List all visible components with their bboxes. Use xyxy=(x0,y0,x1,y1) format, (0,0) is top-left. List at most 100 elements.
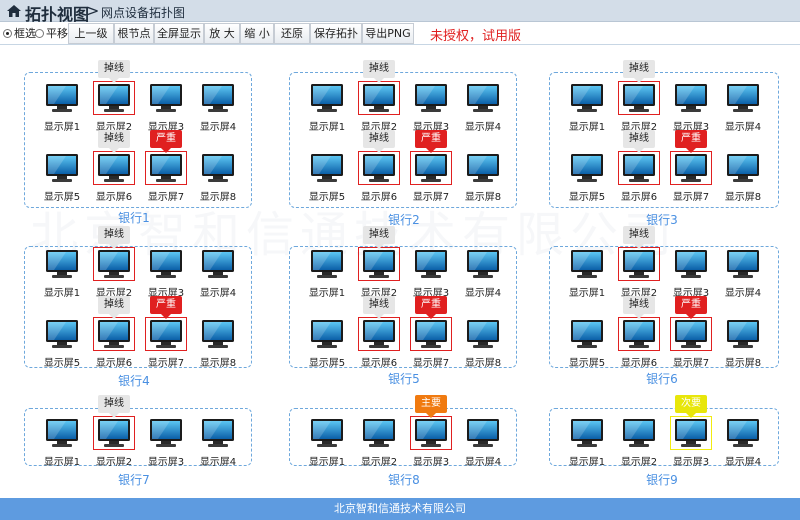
device-5[interactable] xyxy=(307,152,347,184)
monitor-icon xyxy=(467,250,499,278)
device-1[interactable] xyxy=(567,417,607,449)
device-3[interactable] xyxy=(411,248,451,280)
device-label: 显示屏1 xyxy=(308,457,346,468)
device-7[interactable] xyxy=(410,317,452,351)
device-3[interactable] xyxy=(670,416,712,450)
device-3[interactable] xyxy=(146,248,186,280)
device-2[interactable] xyxy=(618,247,660,281)
monitor-icon xyxy=(415,154,447,182)
mode-pan-radio[interactable]: 平移 xyxy=(35,25,68,41)
root-node-button[interactable]: 根节点 xyxy=(114,23,154,44)
device-8[interactable] xyxy=(198,318,238,350)
breadcrumb[interactable]: 网点设备拓扑图 xyxy=(101,4,185,21)
monitor-icon xyxy=(571,419,603,447)
monitor-icon xyxy=(727,320,759,348)
device-2[interactable] xyxy=(619,417,659,449)
device-1[interactable] xyxy=(42,82,82,114)
device-6[interactable] xyxy=(358,317,400,351)
device-4[interactable] xyxy=(463,248,503,280)
device-2[interactable] xyxy=(618,81,660,115)
monitor-icon xyxy=(46,84,78,112)
toolbar: 框选 平移 上一级 根节点 全屏显示 放 大 缩 小 还原 保存拓扑 导出PNG… xyxy=(0,22,800,45)
device-3[interactable] xyxy=(671,82,711,114)
export-png-button[interactable]: 导出PNG xyxy=(362,23,414,44)
device-label: 显示屏1 xyxy=(43,122,81,133)
status-badge-offline: 掉线 xyxy=(363,296,395,319)
trial-notice: 未授权，试用版 xyxy=(430,29,522,44)
up-level-button[interactable]: 上一级 xyxy=(68,23,114,44)
restore-button[interactable]: 还原 xyxy=(274,23,310,44)
fullscreen-button[interactable]: 全屏显示 xyxy=(154,23,204,44)
device-2[interactable] xyxy=(93,81,135,115)
monitor-icon xyxy=(623,419,655,447)
monitor-icon xyxy=(415,419,447,447)
device-5[interactable] xyxy=(42,152,82,184)
mode-box-select-radio[interactable]: 框选 xyxy=(3,25,36,41)
device-3[interactable] xyxy=(410,416,452,450)
zoom-out-button[interactable]: 缩 小 xyxy=(240,23,274,44)
device-4[interactable] xyxy=(723,417,763,449)
device-label: 显示屏5 xyxy=(43,358,81,369)
device-3[interactable] xyxy=(146,417,186,449)
zoom-in-button[interactable]: 放 大 xyxy=(204,23,240,44)
device-7[interactable] xyxy=(145,317,187,351)
device-label: 显示屏4 xyxy=(199,457,237,468)
monitor-icon xyxy=(623,84,655,112)
save-topology-button[interactable]: 保存拓扑 xyxy=(310,23,362,44)
device-3[interactable] xyxy=(411,82,451,114)
device-1[interactable] xyxy=(42,248,82,280)
device-4[interactable] xyxy=(463,417,503,449)
home-icon[interactable] xyxy=(6,3,22,19)
device-2[interactable] xyxy=(93,247,135,281)
device-1[interactable] xyxy=(567,82,607,114)
monitor-icon xyxy=(363,154,395,182)
status-badge-offline: 掉线 xyxy=(363,60,395,83)
monitor-icon xyxy=(467,320,499,348)
device-8[interactable] xyxy=(723,152,763,184)
device-4[interactable] xyxy=(463,82,503,114)
device-label: 显示屏7 xyxy=(147,192,185,203)
device-2[interactable] xyxy=(358,81,400,115)
device-8[interactable] xyxy=(463,152,503,184)
device-8[interactable] xyxy=(723,318,763,350)
device-label: 显示屏4 xyxy=(464,122,502,133)
device-6[interactable] xyxy=(618,317,660,351)
device-label: 显示屏6 xyxy=(95,192,133,203)
device-5[interactable] xyxy=(307,318,347,350)
device-label: 显示屏4 xyxy=(199,288,237,299)
device-5[interactable] xyxy=(42,318,82,350)
device-label: 显示屏1 xyxy=(568,288,606,299)
device-6[interactable] xyxy=(93,317,135,351)
device-7[interactable] xyxy=(670,151,712,185)
status-badge-offline: 掉线 xyxy=(363,226,395,249)
monitor-icon xyxy=(98,250,130,278)
device-6[interactable] xyxy=(618,151,660,185)
device-label: 显示屏2 xyxy=(95,457,133,468)
device-7[interactable] xyxy=(670,317,712,351)
device-4[interactable] xyxy=(198,417,238,449)
device-4[interactable] xyxy=(723,248,763,280)
device-1[interactable] xyxy=(567,248,607,280)
device-1[interactable] xyxy=(42,417,82,449)
device-2[interactable] xyxy=(93,416,135,450)
device-5[interactable] xyxy=(567,318,607,350)
device-6[interactable] xyxy=(93,151,135,185)
device-4[interactable] xyxy=(198,82,238,114)
device-6[interactable] xyxy=(358,151,400,185)
device-4[interactable] xyxy=(723,82,763,114)
device-3[interactable] xyxy=(671,248,711,280)
device-1[interactable] xyxy=(307,248,347,280)
device-3[interactable] xyxy=(146,82,186,114)
device-1[interactable] xyxy=(307,417,347,449)
monitor-icon xyxy=(467,419,499,447)
device-7[interactable] xyxy=(145,151,187,185)
status-badge-severe: 严重 xyxy=(675,130,707,153)
device-8[interactable] xyxy=(463,318,503,350)
device-2[interactable] xyxy=(359,417,399,449)
device-1[interactable] xyxy=(307,82,347,114)
device-5[interactable] xyxy=(567,152,607,184)
device-4[interactable] xyxy=(198,248,238,280)
device-2[interactable] xyxy=(358,247,400,281)
device-7[interactable] xyxy=(410,151,452,185)
device-8[interactable] xyxy=(198,152,238,184)
